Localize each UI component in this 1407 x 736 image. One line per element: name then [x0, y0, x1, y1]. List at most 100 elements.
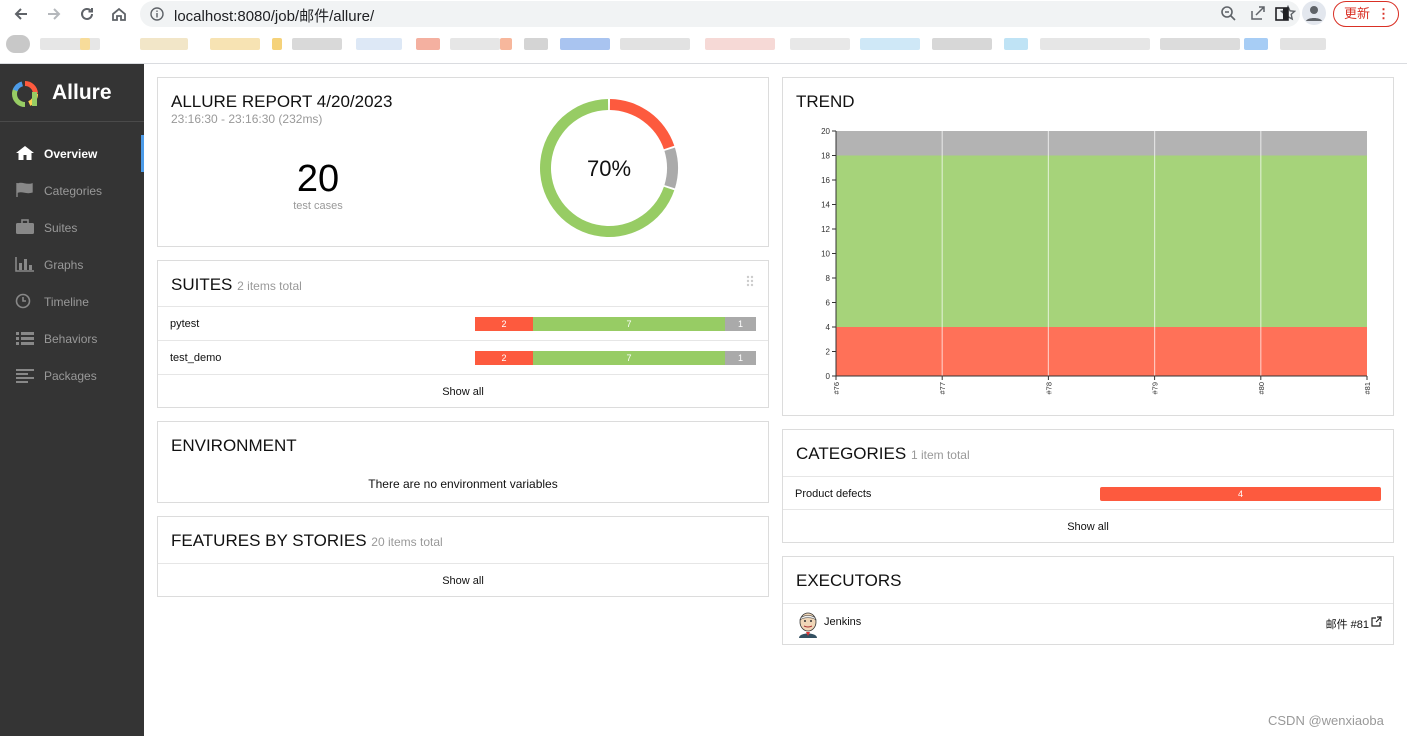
report-time: 23:16:30 - 23:16:30 (232ms) — [171, 112, 323, 126]
table-row[interactable]: Jenkins 邮件 #81 — [783, 603, 1393, 645]
suite-name: pytest — [170, 318, 200, 330]
category-name: Product defects — [795, 488, 872, 500]
info-icon[interactable] — [150, 7, 164, 26]
categories-subtitle: 1 item total — [910, 448, 970, 462]
sidebar-item-label: Overview — [44, 147, 98, 161]
trend-area-skipped — [836, 131, 1367, 156]
failed-count: 2 — [475, 351, 533, 365]
home-icon — [16, 146, 34, 160]
sidebar: Allure Overview Categories Suites Graphs… — [0, 64, 144, 736]
sidebar-item-label: Behaviors — [44, 332, 98, 346]
sidebar-item-overview[interactable]: Overview — [0, 135, 144, 172]
suites-title: SUITES 2 items total — [171, 275, 302, 295]
update-label: 更新 — [1344, 6, 1371, 21]
y-tick-label: 10 — [821, 250, 830, 259]
features-widget: FEATURES BY STORIES 20 items total Show … — [157, 516, 769, 597]
x-tick-label: #78 — [1044, 382, 1053, 395]
executors-widget: EXECUTORS Jenkins 邮件 #81 — [782, 556, 1394, 645]
x-tick-label: #77 — [938, 382, 947, 395]
show-all-row: Show all — [158, 374, 768, 408]
y-tick-label: 18 — [821, 152, 830, 161]
categories-widget: CATEGORIES 1 item total Product defects … — [782, 429, 1394, 543]
trend-widget: TREND 0 2 4 6 8 10 12 14 16 18 20 #76 #77 #78 #79 #80 #8… — [782, 77, 1394, 416]
allure-logo-icon — [12, 81, 38, 107]
table-row[interactable]: test_demo 2 7 1 — [158, 340, 768, 374]
show-all-row: Show all — [158, 563, 768, 597]
environment-title: ENVIRONMENT — [171, 436, 297, 455]
sidebar-item-label: Packages — [44, 369, 97, 383]
y-tick-label: 4 — [826, 323, 831, 332]
suites-title-text: SUITES — [171, 275, 233, 294]
sidebar-item-label: Suites — [44, 221, 78, 235]
y-tick-label: 8 — [826, 274, 831, 283]
status-donut-chart: 70% — [540, 99, 678, 238]
status-bar: 2 7 1 — [475, 351, 756, 365]
share-icon[interactable] — [1250, 5, 1266, 26]
build-link[interactable]: 邮件 #81 — [1326, 616, 1369, 632]
sidebar-item-suites[interactable]: Suites — [0, 209, 144, 246]
executor-name: Jenkins — [824, 616, 862, 628]
sidebar-item-packages[interactable]: Packages — [0, 357, 144, 394]
back-icon[interactable] — [9, 2, 33, 26]
drag-handle-icon[interactable] — [746, 275, 754, 287]
sidebar-item-timeline[interactable]: Timeline — [0, 283, 144, 320]
status-bar: 4 — [1100, 487, 1381, 501]
brand[interactable]: Allure — [0, 64, 144, 122]
trend-area-failed — [836, 327, 1367, 376]
features-title: FEATURES BY STORIES 20 items total — [171, 531, 443, 551]
y-tick-label: 14 — [821, 201, 830, 210]
browser-toolbar: localhost:8080/job/邮件/allure/ 更新 ⋮ — [0, 0, 1407, 64]
table-row[interactable]: Product defects 4 — [783, 476, 1393, 510]
donut-slice-failed — [609, 99, 675, 150]
environment-empty-text: There are no environment variables — [368, 477, 558, 491]
failed-count: 4 — [1100, 487, 1381, 501]
reload-icon[interactable] — [75, 2, 99, 26]
y-tick-label: 6 — [826, 299, 831, 308]
trend-chart: 0 2 4 6 8 10 12 14 16 18 20 #76 #77 #78 #79 #80 #81 — [821, 127, 1372, 395]
address-bar[interactable]: localhost:8080/job/邮件/allure/ — [140, 1, 1300, 27]
zoom-icon[interactable] — [1220, 5, 1236, 26]
menu-icon[interactable]: ⋮ — [1377, 2, 1390, 26]
executors-title: EXECUTORS — [796, 571, 902, 590]
clock-icon — [15, 293, 31, 309]
home-icon[interactable] — [107, 2, 131, 26]
summary-widget: ALLURE REPORT 4/20/2023 23:16:30 - 23:16… — [157, 77, 769, 247]
sidebar-item-behaviors[interactable]: Behaviors — [0, 320, 144, 357]
side-panel-icon[interactable] — [1270, 2, 1294, 26]
list-icon — [16, 332, 34, 345]
bar-chart-icon — [15, 257, 34, 272]
y-tick-label: 12 — [821, 225, 830, 234]
forward-icon[interactable] — [42, 2, 66, 26]
x-tick-label: #79 — [1151, 382, 1160, 395]
show-all-link[interactable]: Show all — [783, 521, 1393, 533]
flag-icon — [16, 182, 33, 197]
external-link-icon[interactable] — [1371, 616, 1382, 627]
y-tick-label: 16 — [821, 176, 830, 185]
test-count-label: test cases — [293, 200, 343, 212]
y-tick-label: 0 — [826, 372, 831, 381]
passed-count: 7 — [533, 317, 725, 331]
watermark: CSDN @wenxiaoba — [1268, 713, 1384, 728]
suite-name: test_demo — [170, 352, 222, 364]
sidebar-item-categories[interactable]: Categories — [0, 172, 144, 209]
categories-title: CATEGORIES 1 item total — [796, 444, 970, 464]
show-all-link[interactable]: Show all — [158, 575, 768, 587]
update-button[interactable]: 更新 ⋮ — [1333, 1, 1399, 27]
skipped-count: 1 — [725, 351, 756, 365]
table-row[interactable]: pytest 2 7 1 — [158, 306, 768, 340]
y-tick-label: 2 — [826, 348, 831, 357]
report-title: ALLURE REPORT 4/20/2023 — [171, 92, 393, 111]
passed-count: 7 — [533, 351, 725, 365]
brand-name: Allure — [52, 81, 112, 104]
x-tick-label: #76 — [832, 382, 841, 395]
show-all-link[interactable]: Show all — [158, 386, 768, 398]
jenkins-icon — [799, 612, 817, 638]
profile-avatar[interactable] — [1302, 1, 1326, 25]
suites-widget: SUITES 2 items total pytest 2 7 1 test_d… — [157, 260, 769, 408]
sidebar-item-graphs[interactable]: Graphs — [0, 246, 144, 283]
donut-slice-skipped — [664, 147, 678, 189]
skipped-count: 1 — [725, 317, 756, 331]
environment-widget: ENVIRONMENT There are no environment var… — [157, 421, 769, 503]
bookmarks-bar — [0, 33, 1330, 55]
failed-count: 2 — [475, 317, 533, 331]
